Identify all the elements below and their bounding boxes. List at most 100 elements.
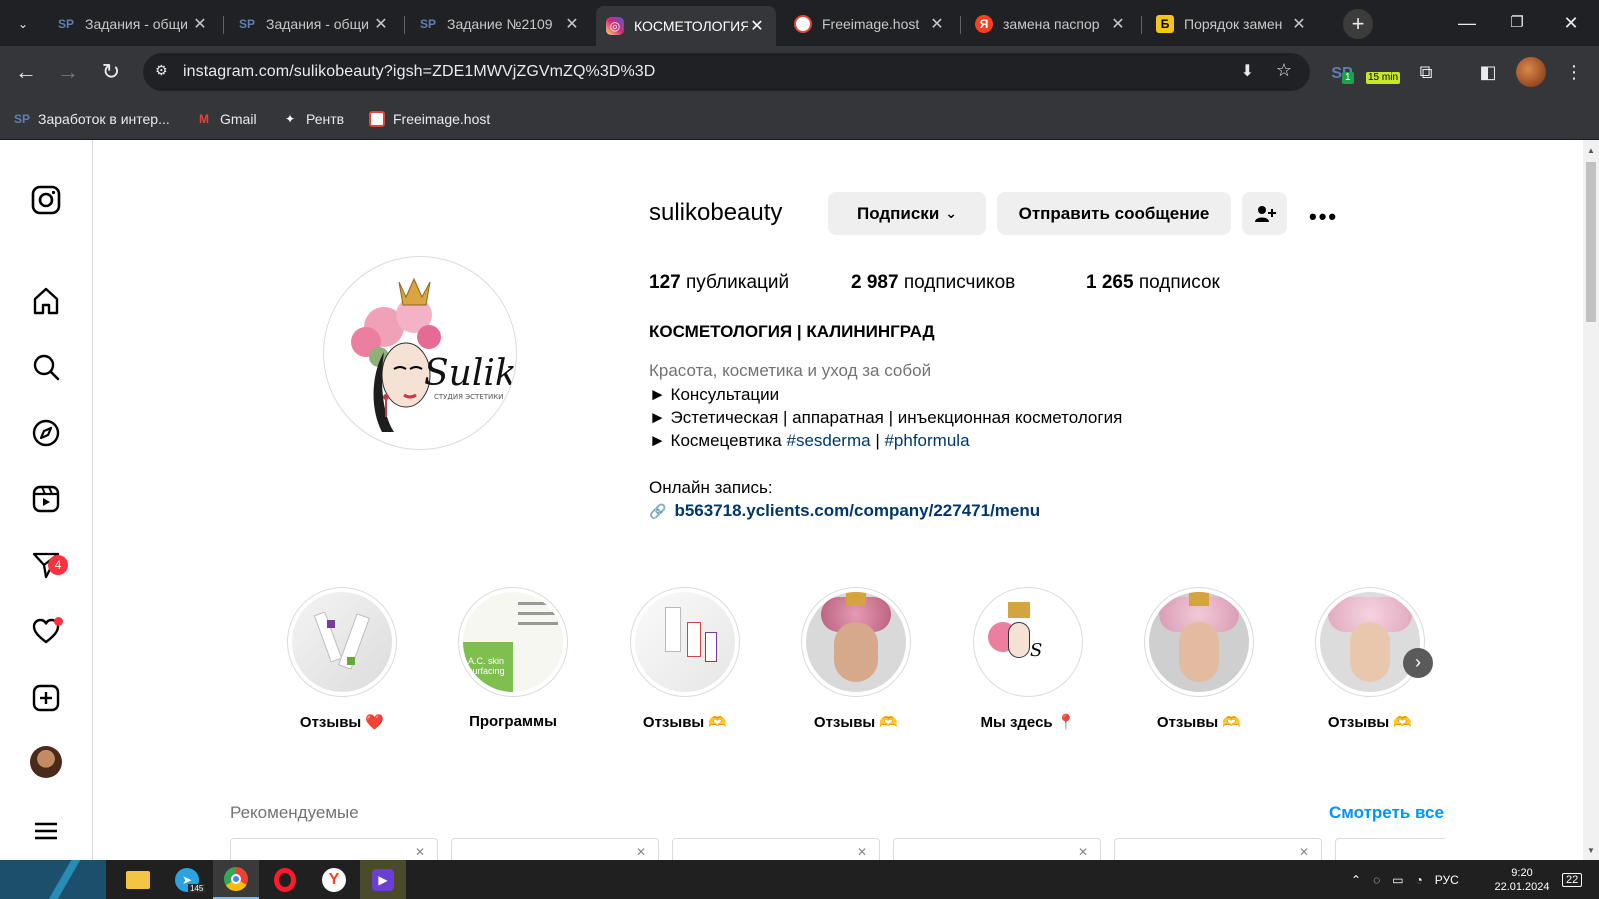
battery-icon[interactable]: ▭ xyxy=(1392,873,1403,887)
close-icon[interactable]: ✕ xyxy=(415,845,425,859)
suggest-similar-button[interactable] xyxy=(1242,192,1287,235)
send-message-button[interactable]: Отправить сообщение xyxy=(997,192,1231,235)
bookmark-item[interactable]: SP Заработок в интер... xyxy=(14,108,170,130)
following-stat[interactable]: 1 265 подписок xyxy=(1086,272,1220,294)
address-bar[interactable]: ⚙ instagram.com/sulikobeauty?igsh=ZDE1MW… xyxy=(143,53,1310,91)
window-close-button[interactable]: ✕ xyxy=(1556,10,1586,36)
sp-icon: SP xyxy=(14,112,31,126)
create-post-icon[interactable] xyxy=(28,680,64,716)
profile-picture[interactable]: Suliko СТУДИЯ ЭСТЕТИКИ xyxy=(323,256,517,450)
website-link[interactable]: 🔗 b563718.yclients.com/company/227471/me… xyxy=(649,501,1040,521)
hashtag-link[interactable]: #phformula xyxy=(884,431,969,450)
tab-title: Задания - общи xyxy=(85,16,188,32)
tab-item[interactable]: Freeimage.host ✕ xyxy=(784,8,956,40)
tab-item[interactable]: SP Задания - общи ✕ xyxy=(228,8,400,40)
scrollbar-thumb[interactable] xyxy=(1586,162,1596,322)
hamburger-menu-icon[interactable] xyxy=(28,813,64,849)
highlight-label: Программы xyxy=(469,713,557,730)
story-highlight[interactable] xyxy=(1144,587,1254,697)
suggested-card[interactable]: ✕ xyxy=(893,838,1101,860)
story-highlight[interactable]: A.C. skin surfacing xyxy=(458,587,568,697)
reels-icon[interactable] xyxy=(28,481,64,517)
see-all-link[interactable]: Смотреть все xyxy=(1329,803,1444,823)
highlights-next-button[interactable]: › xyxy=(1403,648,1433,678)
close-icon[interactable]: ✕ xyxy=(1290,14,1308,34)
back-button[interactable]: ← xyxy=(12,58,40,86)
home-icon[interactable] xyxy=(28,283,64,319)
opera-icon[interactable] xyxy=(262,860,308,899)
following-dropdown-button[interactable]: Подписки ⌄ xyxy=(828,192,986,235)
network-icon[interactable]: ◌ xyxy=(1373,873,1380,887)
sp-extension-icon[interactable]: SP 1 xyxy=(1328,58,1356,86)
reload-button[interactable]: ↻ xyxy=(97,58,125,86)
close-icon[interactable]: ✕ xyxy=(748,16,766,36)
suggested-card[interactable]: ✕ xyxy=(230,838,438,860)
bookmark-star-icon[interactable]: ☆ xyxy=(1276,60,1292,81)
close-icon[interactable]: ✕ xyxy=(1109,14,1127,34)
following-count: 1 265 xyxy=(1086,272,1134,293)
story-highlight[interactable]: S xyxy=(973,587,1083,697)
close-icon[interactable]: ✕ xyxy=(857,845,867,859)
story-highlight[interactable] xyxy=(630,587,740,697)
story-highlight[interactable] xyxy=(1315,587,1425,697)
app-icon[interactable]: ▶ xyxy=(360,860,406,899)
forward-button[interactable]: → xyxy=(54,58,82,86)
instagram-logo-icon[interactable] xyxy=(28,182,64,218)
tab-title: КОСМЕТОЛОГИЯ xyxy=(634,18,748,34)
restore-button[interactable]: ❐ xyxy=(1502,10,1532,36)
story-highlight[interactable] xyxy=(801,587,911,697)
posts-stat: 127 публикаций xyxy=(649,272,789,294)
file-explorer-icon[interactable] xyxy=(115,860,161,899)
tab-search-button[interactable]: ⌄ xyxy=(8,8,38,40)
hashtag-link[interactable]: #sesderma xyxy=(786,431,870,450)
close-icon[interactable]: ✕ xyxy=(928,14,946,34)
timer-extension-icon[interactable]: 15 min xyxy=(1364,58,1401,86)
page-scrollbar[interactable]: ▲ ▼ xyxy=(1583,140,1599,860)
menu-kebab-icon[interactable]: ⋮ xyxy=(1560,58,1588,86)
install-app-icon[interactable]: ⬇ xyxy=(1241,61,1254,81)
close-icon[interactable]: ✕ xyxy=(372,14,390,34)
tab-item[interactable]: Я замена паспор ✕ xyxy=(965,8,1137,40)
notifications-center[interactable]: 22 xyxy=(1562,860,1583,899)
bookmark-item[interactable]: ✦ Рентв xyxy=(282,108,344,130)
profile-avatar[interactable] xyxy=(1516,57,1546,87)
chevron-up-icon[interactable]: ⌃ xyxy=(1351,873,1361,887)
telegram-icon[interactable]: ➤ 145 xyxy=(164,860,210,899)
search-icon[interactable] xyxy=(28,349,64,385)
tab-item[interactable]: Б Порядок замен ✕ xyxy=(1146,8,1318,40)
new-tab-button[interactable]: + xyxy=(1343,9,1373,39)
bookmark-item[interactable]: M Gmail xyxy=(196,108,257,130)
tab-item[interactable]: SP Задание №2109 ✕ xyxy=(409,8,591,40)
highlight-label: Отзывы 🫶 xyxy=(1156,714,1242,731)
close-icon[interactable]: ✕ xyxy=(1299,845,1309,859)
tab-item[interactable]: SP Задания - общи ✕ xyxy=(47,8,219,40)
tab-item-active[interactable]: ◎ КОСМЕТОЛОГИЯ ✕ xyxy=(596,6,776,46)
profile-avatar[interactable] xyxy=(30,746,62,778)
close-icon[interactable]: ✕ xyxy=(636,845,646,859)
suggested-card[interactable] xyxy=(1335,838,1445,860)
start-button[interactable] xyxy=(0,860,106,899)
side-panel-icon[interactable]: ◧ xyxy=(1474,58,1502,86)
story-highlight[interactable] xyxy=(287,587,397,697)
bookmarks-bar: SP Заработок в интер... M Gmail ✦ Рентв … xyxy=(0,98,1599,140)
followers-stat[interactable]: 2 987 подписчиков xyxy=(851,272,1015,294)
close-icon[interactable]: ✕ xyxy=(1078,845,1088,859)
site-info-icon[interactable]: ⚙ xyxy=(155,62,168,79)
language-indicator[interactable]: РУС xyxy=(1435,873,1459,887)
yandex-browser-icon[interactable]: Y xyxy=(311,860,357,899)
suggested-card[interactable]: ✕ xyxy=(1114,838,1322,860)
chrome-icon[interactable] xyxy=(213,860,259,899)
bookmark-item[interactable]: Freeimage.host xyxy=(369,108,490,130)
suggested-card[interactable]: ✕ xyxy=(672,838,880,860)
suggested-card[interactable]: ✕ xyxy=(451,838,659,860)
extensions-puzzle-icon[interactable]: ⧉ xyxy=(1412,58,1440,86)
clock[interactable]: 9:20 22.01.2024 xyxy=(1484,860,1560,899)
scroll-up-arrow[interactable]: ▲ xyxy=(1587,146,1595,155)
minimize-button[interactable]: — xyxy=(1452,10,1482,36)
explore-compass-icon[interactable] xyxy=(28,415,64,451)
close-icon[interactable]: ✕ xyxy=(191,14,209,34)
wifi-icon[interactable]: ◔ xyxy=(1416,873,1423,887)
close-icon[interactable]: ✕ xyxy=(563,14,581,34)
scroll-down-arrow[interactable]: ▼ xyxy=(1587,846,1595,855)
more-options-icon[interactable]: ••• xyxy=(1309,204,1338,230)
